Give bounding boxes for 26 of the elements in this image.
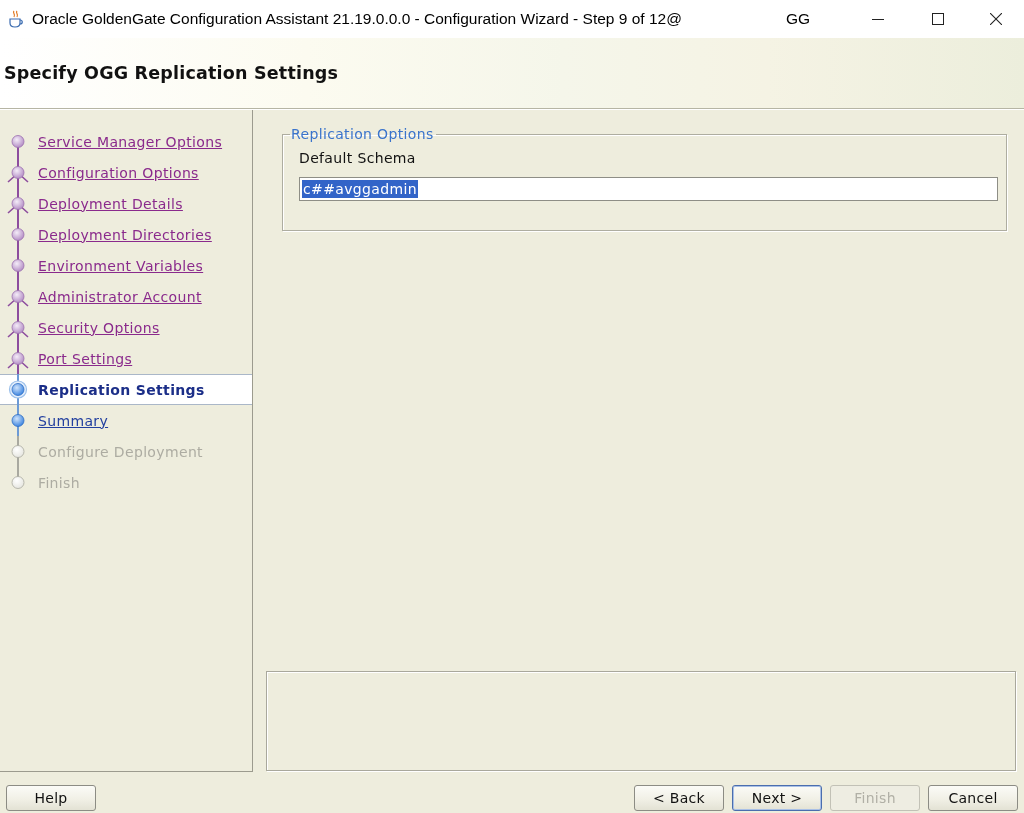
wizard-step: Finish — [0, 467, 252, 498]
next-button[interactable]: Next > — [732, 785, 822, 811]
default-schema-label: Default Schema — [299, 149, 416, 168]
wizard-step[interactable]: Configuration Options — [0, 157, 252, 188]
page-title: Specify OGG Replication Settings — [4, 63, 339, 83]
help-button[interactable]: Help — [6, 785, 96, 811]
minimize-icon — [872, 18, 884, 20]
coffee-cup-icon — [8, 10, 24, 28]
wizard-step[interactable]: Deployment Details — [0, 188, 252, 219]
back-button[interactable]: < Back — [634, 785, 724, 811]
wizard-step: Configure Deployment — [0, 436, 252, 467]
wizard-step[interactable]: Service Manager Options — [0, 126, 252, 157]
group-legend: Replication Options — [290, 126, 436, 142]
wizard-step[interactable]: Security Options — [0, 312, 252, 343]
wizard-step[interactable]: Port Settings — [0, 343, 252, 374]
wizard-step[interactable]: Deployment Directories — [0, 219, 252, 250]
default-schema-field[interactable]: c##avggadmin — [299, 177, 998, 201]
window-title: Oracle GoldenGate Configuration Assistant 21.19.0.0.0 - Configuration Wizard - Step 9 of 12@ — [32, 10, 682, 28]
wizard-step[interactable]: Replication Settings — [0, 374, 252, 405]
cancel-button[interactable]: Cancel — [928, 785, 1018, 811]
maximize-icon — [932, 13, 944, 25]
window-host-label: GG — [785, 10, 810, 28]
wizard-step[interactable]: Administrator Account — [0, 281, 252, 312]
wizard-step[interactable]: Summary — [0, 405, 252, 436]
wizard-step[interactable]: Environment Variables — [0, 250, 252, 281]
close-icon — [990, 13, 1002, 25]
